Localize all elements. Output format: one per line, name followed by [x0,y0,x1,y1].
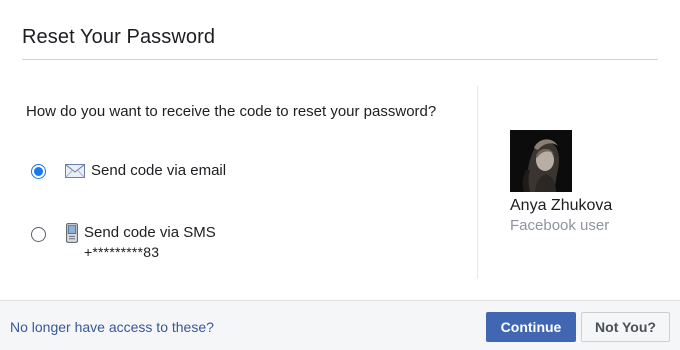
option-sms[interactable]: Send code via SMS +*********83 [31,223,261,262]
header-divider [22,59,658,60]
user-name: Anya Zhukova [510,197,613,214]
avatar [510,130,572,192]
sms-phone-number: +*********83 [84,244,160,260]
sms-radio[interactable] [31,227,46,242]
reset-question: How do you want to receive the code to r… [26,103,437,120]
user-subtitle: Facebook user [510,217,610,234]
dialog-title: Reset Your Password [22,26,216,48]
email-option-label: Send code via email [91,162,227,179]
envelope-icon [65,164,85,183]
vertical-divider [477,86,478,279]
email-radio[interactable] [31,164,46,179]
option-email[interactable]: Send code via email [31,162,261,184]
dialog-header: Reset Your Password [0,0,680,60]
mobile-phone-icon [66,223,78,248]
not-you-button[interactable]: Not You? [581,312,670,342]
continue-button[interactable]: Continue [486,312,576,342]
no-access-link[interactable]: No longer have access to these? [10,318,214,336]
dialog-footer: No longer have access to these? Continue… [0,300,680,350]
sms-option-label: Send code via SMS [84,224,216,241]
